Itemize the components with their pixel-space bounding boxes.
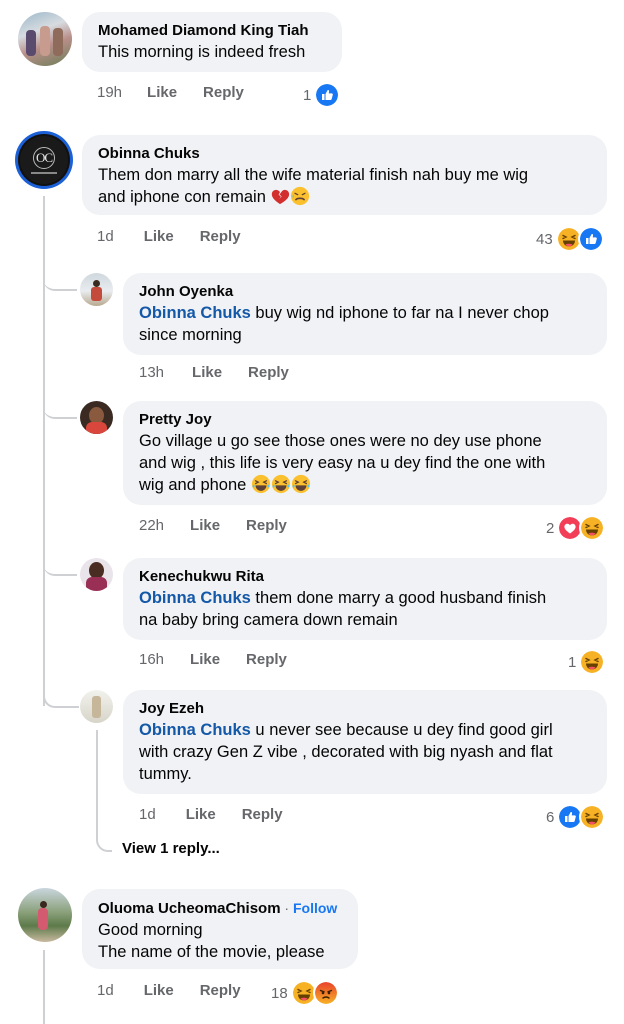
reaction-summary[interactable]: 1: [568, 649, 606, 675]
thread-connector: [43, 272, 77, 291]
comment-actions: 19h Like Reply: [97, 84, 244, 101]
haha-reaction-icon: [579, 804, 606, 830]
broken-heart-emoji: [270, 186, 290, 206]
comment-author[interactable]: Oluoma UcheomaChisom: [98, 900, 281, 917]
reply-text: Obinna Chuks buy wig nd iphone to far na…: [139, 304, 549, 344]
like-button[interactable]: Like: [144, 228, 174, 245]
reply-button[interactable]: Reply: [242, 806, 283, 823]
reaction-summary[interactable]: 1: [303, 82, 341, 108]
reaction-count: 18: [271, 984, 288, 1002]
reply-time[interactable]: 16h: [139, 651, 164, 668]
reply-author[interactable]: Kenechukwu Rita: [139, 567, 591, 587]
reaction-summary[interactable]: 6: [546, 804, 606, 830]
avatar[interactable]: [18, 888, 72, 942]
face-emoji: [290, 186, 310, 206]
reply-bubble: Kenechukwu Rita Obinna Chuks them done m…: [123, 558, 607, 640]
avatar[interactable]: [80, 558, 113, 591]
reply-author[interactable]: John Oyenka: [139, 282, 591, 302]
haha-reaction-icon: [579, 515, 606, 541]
like-reaction-icon: [314, 82, 341, 108]
angry-reaction-icon: [312, 980, 339, 1006]
comment-text: Them don marry all the wife material fin…: [98, 166, 529, 206]
like-reaction-icon: [577, 226, 604, 252]
laughing-emoji: [291, 474, 311, 494]
reply-actions: 22h Like Reply: [139, 517, 287, 534]
like-button[interactable]: Like: [190, 517, 220, 534]
avatar[interactable]: [80, 401, 113, 434]
reply-button[interactable]: Reply: [203, 84, 244, 101]
comment-actions: 1d Like Reply: [97, 228, 241, 245]
comment-bubble: Mohamed Diamond King Tiah This morning i…: [82, 12, 342, 72]
thread-connector: [43, 400, 77, 419]
reaction-count: 43: [536, 230, 553, 248]
like-button[interactable]: Like: [147, 84, 177, 101]
reply-text: Go village u go see those ones were no d…: [139, 432, 546, 494]
reply-actions: 16h Like Reply: [139, 651, 287, 668]
avatar[interactable]: [80, 690, 113, 723]
reply-button[interactable]: Reply: [246, 651, 287, 668]
reaction-count: 1: [568, 653, 577, 671]
like-button[interactable]: Like: [190, 651, 220, 668]
avatar-logo-text: OC: [33, 146, 55, 169]
mention-link[interactable]: Obinna Chuks: [139, 589, 251, 607]
like-button[interactable]: Like: [144, 982, 174, 999]
comment-time[interactable]: 1d: [97, 982, 114, 999]
comment-author[interactable]: Obinna Chuks: [98, 144, 591, 164]
avatar[interactable]: OC: [15, 131, 73, 189]
reply-button[interactable]: Reply: [200, 228, 241, 245]
like-button[interactable]: Like: [192, 364, 222, 381]
reply-actions: 1d Like Reply: [139, 806, 283, 823]
reaction-count: 2: [546, 519, 555, 537]
comment-actions: 1d Like Reply: [97, 982, 241, 999]
avatar[interactable]: [18, 12, 72, 66]
reply-button[interactable]: Reply: [248, 364, 289, 381]
view-more-replies-link[interactable]: View 1 reply...: [122, 840, 220, 857]
comment-author-row: Oluoma UcheomaChisom · Follow: [98, 900, 338, 917]
haha-reaction-icon: [579, 649, 606, 675]
laughing-emoji: [271, 474, 291, 494]
mention-link[interactable]: Obinna Chuks: [139, 304, 251, 322]
reply-author[interactable]: Joy Ezeh: [139, 699, 591, 719]
mention-link[interactable]: Obinna Chuks: [139, 721, 251, 739]
reaction-count: 1: [303, 86, 312, 104]
reply-time[interactable]: 13h: [139, 364, 164, 381]
comment-time[interactable]: 19h: [97, 84, 122, 101]
reaction-summary[interactable]: 2: [546, 515, 606, 541]
reply-author[interactable]: Pretty Joy: [139, 410, 591, 430]
reply-time[interactable]: 1d: [139, 806, 156, 823]
reply-button[interactable]: Reply: [200, 982, 241, 999]
thread-connector: [43, 557, 77, 576]
reply-bubble: Pretty Joy Go village u go see those one…: [123, 401, 607, 505]
reply-bubble: John Oyenka Obinna Chuks buy wig nd ipho…: [123, 273, 607, 355]
comment-time[interactable]: 1d: [97, 228, 114, 245]
reply-text: Obinna Chuks u never see because u dey f…: [139, 721, 553, 783]
thread-line: [96, 730, 98, 838]
reaction-count: 6: [546, 808, 555, 826]
reply-bubble: Joy Ezeh Obinna Chuks u never see becaus…: [123, 690, 607, 794]
follow-button[interactable]: Follow: [293, 900, 337, 916]
reaction-summary[interactable]: 43: [536, 226, 604, 252]
comment-bubble: Oluoma UcheomaChisom · Follow Good morni…: [82, 889, 358, 969]
reply-actions: 13h Like Reply: [139, 364, 289, 381]
reaction-summary[interactable]: 18: [271, 980, 339, 1006]
avatar[interactable]: [80, 273, 113, 306]
laughing-emoji: [251, 474, 271, 494]
reply-time[interactable]: 22h: [139, 517, 164, 534]
reply-button[interactable]: Reply: [246, 517, 287, 534]
thread-line: [43, 950, 45, 1024]
comment-author[interactable]: Mohamed Diamond King Tiah: [98, 21, 326, 41]
thread-connector: [43, 689, 79, 708]
comment-text: This morning is indeed fresh: [98, 43, 306, 61]
comment-bubble: Obinna Chuks Them don marry all the wife…: [82, 135, 607, 215]
like-button[interactable]: Like: [186, 806, 216, 823]
reply-text: Obinna Chuks them done marry a good husb…: [139, 589, 547, 629]
thread-connector: [96, 838, 112, 852]
comment-text: Good morning The name of the movie, plea…: [98, 921, 325, 961]
